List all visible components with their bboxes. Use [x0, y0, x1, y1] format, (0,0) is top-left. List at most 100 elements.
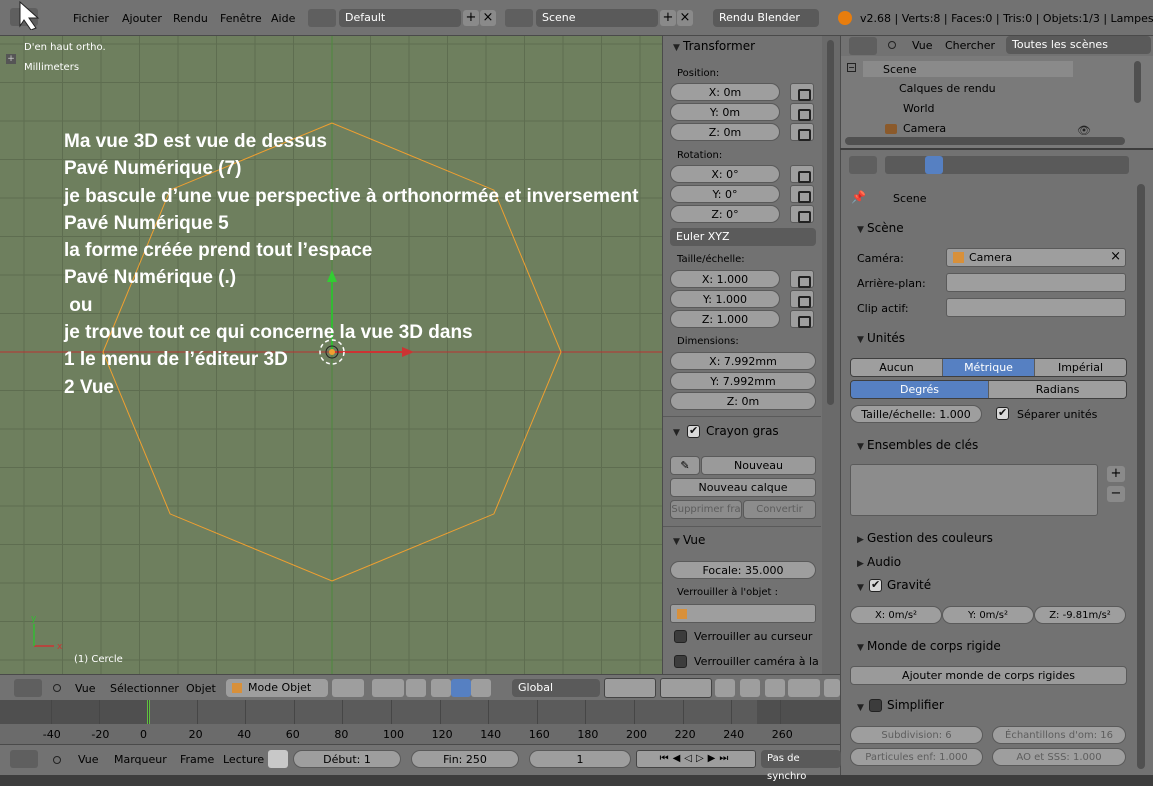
- lock-scale-x-icon[interactable]: [790, 270, 814, 288]
- object-menu[interactable]: Objet: [186, 682, 216, 695]
- unit-degrees-button[interactable]: Degrés: [851, 381, 989, 398]
- preview-range-icon[interactable]: [268, 750, 288, 768]
- outliner-filter-select[interactable]: Toutes les scènes: [1006, 36, 1151, 54]
- lock-camera-checkbox[interactable]: [674, 655, 687, 668]
- scene-tab-icon[interactable]: [925, 156, 943, 174]
- outliner-h-scrollbar[interactable]: [845, 137, 1125, 145]
- new-grease-button[interactable]: Nouveau: [701, 456, 816, 475]
- properties-editor-icon[interactable]: [849, 156, 877, 174]
- outliner-editor-icon[interactable]: [849, 37, 877, 55]
- camera-field[interactable]: Camera ×: [946, 248, 1126, 267]
- render-engine-select[interactable]: Rendu Blender: [713, 9, 819, 27]
- timeline-playback-menu[interactable]: Lecture: [223, 753, 264, 766]
- timeline-view-menu[interactable]: Vue: [78, 753, 99, 766]
- lock-position-y-icon[interactable]: [790, 103, 814, 121]
- lock-scale-z-icon[interactable]: [790, 310, 814, 328]
- lock-object-field[interactable]: [670, 604, 816, 623]
- background-field[interactable]: [946, 273, 1126, 292]
- clear-camera-icon[interactable]: ×: [1110, 249, 1121, 264]
- gravity-z-field[interactable]: Z: -9.81m/s²: [1034, 606, 1126, 624]
- gravity-checkbox[interactable]: [869, 578, 882, 592]
- menu-ajouter[interactable]: Ajouter: [122, 12, 162, 25]
- dimension-y-field[interactable]: Y: 7.992mm: [670, 372, 816, 390]
- screen-layout-field[interactable]: Default: [339, 9, 461, 27]
- simplify-checkbox[interactable]: [869, 699, 882, 712]
- rotation-z-field[interactable]: Z: 0°: [670, 205, 780, 223]
- new-layer-button[interactable]: Nouveau calque: [670, 478, 816, 497]
- gravity-panel-header[interactable]: ▼: [851, 576, 867, 596]
- rotation-x-field[interactable]: X: 0°: [670, 165, 780, 183]
- render-layers-item[interactable]: Calques de rendu: [899, 82, 996, 95]
- visibility-eye-icon[interactable]: 👁: [1077, 124, 1091, 137]
- lock-position-z-icon[interactable]: [790, 123, 814, 141]
- lock-position-x-icon[interactable]: [790, 83, 814, 101]
- lock-rotation-z-icon[interactable]: [790, 205, 814, 223]
- unit-system-selector[interactable]: Aucun Métrique Impérial: [850, 358, 1127, 377]
- subdivision-field[interactable]: Subdivision: 6: [850, 726, 983, 744]
- translate-icon[interactable]: [431, 679, 451, 697]
- lock-scale-y-icon[interactable]: [790, 290, 814, 308]
- timeline[interactable]: -40 -20 0 20 40 60 80 100 120 140 160 180 200 220 240 2…: [0, 700, 840, 744]
- unit-radians-button[interactable]: Radians: [989, 381, 1126, 398]
- scale-icon[interactable]: [471, 679, 491, 697]
- end-frame-field[interactable]: Fin: 250: [411, 750, 519, 768]
- unit-imperial-button[interactable]: Impérial: [1035, 359, 1126, 376]
- snap-element-select[interactable]: [788, 679, 820, 697]
- simplify-panel-header[interactable]: ▼: [851, 696, 867, 716]
- view-panel-header[interactable]: ▼ Vue: [667, 530, 705, 550]
- units-panel-header[interactable]: ▼ Unités: [851, 328, 905, 348]
- rotation-unit-selector[interactable]: Degrés Radians: [850, 380, 1127, 399]
- layers-grid-2[interactable]: [660, 678, 712, 698]
- lock-layers-icon[interactable]: [715, 679, 735, 697]
- remove-keying-set-button[interactable]: −: [1107, 486, 1125, 502]
- transform-panel-header[interactable]: ▼ Transformer: [667, 36, 755, 56]
- select-menu[interactable]: Sélectionner: [110, 682, 179, 695]
- scale-z-field[interactable]: Z: 1.000: [670, 310, 780, 328]
- keying-sets-panel-header[interactable]: ▼ Ensembles de clés: [851, 435, 978, 455]
- position-z-field[interactable]: Z: 0m: [670, 123, 780, 141]
- sidebar-scroll-thumb[interactable]: [827, 40, 834, 405]
- current-frame-field[interactable]: 1: [529, 750, 631, 768]
- outliner-row-scene[interactable]: Scene: [863, 61, 1073, 77]
- playback-controls[interactable]: ⏮◀◁▷▶⏭: [636, 750, 756, 768]
- shadow-samples-field[interactable]: Échantillons d'om: 16: [992, 726, 1126, 744]
- pivot-select[interactable]: [372, 679, 404, 697]
- add-rigid-world-button[interactable]: Ajouter monde de corps rigides: [850, 666, 1127, 685]
- ao-sss-field[interactable]: AO et SSS: 1.000: [992, 748, 1126, 766]
- menu-fichier[interactable]: Fichier: [73, 12, 109, 25]
- pencil-icon[interactable]: ✎: [670, 456, 700, 475]
- shading-select[interactable]: [332, 679, 364, 697]
- focal-length-field[interactable]: Focale: 35.000: [670, 561, 816, 579]
- delete-frame-button[interactable]: Supprimer fra: [670, 500, 742, 519]
- gravity-y-field[interactable]: Y: 0m/s²: [942, 606, 1034, 624]
- unit-metric-button[interactable]: Métrique: [943, 359, 1035, 376]
- render-icon[interactable]: [824, 679, 840, 697]
- position-x-field[interactable]: X: 0m: [670, 83, 780, 101]
- clip-field[interactable]: [946, 298, 1126, 317]
- timeline-frame-menu[interactable]: Frame: [180, 753, 214, 766]
- timeline-editor-icon[interactable]: [10, 750, 38, 768]
- scene-panel-header[interactable]: ▼ Scène: [851, 218, 904, 238]
- start-frame-field[interactable]: Début: 1: [293, 750, 401, 768]
- orientation-select[interactable]: Global: [512, 679, 600, 697]
- proportional-edit-icon[interactable]: [740, 679, 760, 697]
- grease-pencil-checkbox[interactable]: [687, 424, 700, 438]
- sync-mode-select[interactable]: Pas de synchro: [761, 750, 841, 782]
- add-scene-button[interactable]: +: [660, 10, 676, 26]
- lock-cursor-checkbox[interactable]: [674, 630, 687, 643]
- timeline-marker-menu[interactable]: Marqueur: [114, 753, 167, 766]
- collapse-icon[interactable]: [888, 41, 896, 49]
- outliner-scrollbar[interactable]: [1134, 61, 1141, 103]
- dimension-x-field[interactable]: X: 7.992mm: [670, 352, 816, 370]
- rotation-mode-select[interactable]: Euler XYZ: [670, 228, 816, 246]
- convert-button[interactable]: Convertir: [743, 500, 816, 519]
- remove-scene-button[interactable]: ×: [677, 10, 693, 26]
- rotation-y-field[interactable]: Y: 0°: [670, 185, 780, 203]
- add-keying-set-button[interactable]: +: [1107, 466, 1125, 482]
- menu-aide[interactable]: Aide: [271, 12, 295, 25]
- camera-item[interactable]: Camera: [903, 122, 946, 135]
- gravity-x-field[interactable]: X: 0m/s²: [850, 606, 942, 624]
- rotate-icon[interactable]: [451, 679, 471, 697]
- collapse-menu-icon[interactable]: [53, 684, 61, 692]
- lock-rotation-x-icon[interactable]: [790, 165, 814, 183]
